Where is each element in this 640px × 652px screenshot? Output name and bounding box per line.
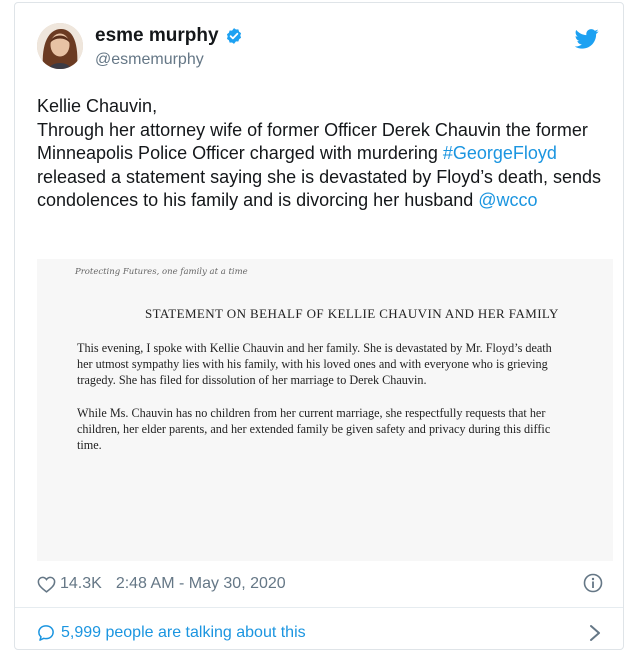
conversation-link[interactable]: 5,999 people are talking about this (37, 621, 603, 645)
hashtag-link[interactable]: #GeorgeFloyd (443, 143, 557, 163)
statement-line: children, her elder parents, and her ext… (77, 421, 551, 436)
tweet-text-line1: Kellie Chauvin, (37, 96, 158, 116)
chevron-right-icon[interactable] (589, 624, 601, 642)
statement-title: STATEMENT ON BEHALF OF KELLIE CHAUVIN AN… (145, 306, 559, 321)
statement-line: This evening, I spoke with Kellie Chauvi… (77, 341, 552, 355)
statement-line: tragedy. She has filed for dissolution o… (77, 372, 427, 387)
tweet-header: esme murphy @esmemurphy (37, 23, 603, 83)
verified-badge-icon (226, 28, 241, 44)
twitter-bird-icon[interactable] (575, 29, 599, 49)
statement-line: While Ms. Chauvin has no children from h… (77, 406, 546, 420)
mention-link[interactable]: @wcco (478, 190, 537, 210)
avatar-image (37, 23, 83, 69)
statement-paragraph-1: This evening, I spoke with Kellie Chauvi… (77, 341, 613, 388)
comment-bubble-icon (38, 625, 54, 641)
heart-icon[interactable] (37, 576, 56, 593)
tweet-text-body: Through her attorney wife of former Offi… (37, 119, 609, 213)
info-icon[interactable] (583, 573, 603, 593)
timestamp[interactable]: 2:48 AM - May 30, 2020 (116, 575, 286, 593)
statement-line: time. (77, 437, 102, 452)
statement-line: her utmost sympathy lies with his family… (77, 356, 548, 371)
avatar[interactable] (37, 23, 83, 69)
tweet-card: esme murphy @esmemurphy Kellie Chauvin, … (14, 2, 624, 650)
tweet-text: Kellie Chauvin, Through her attorney wif… (37, 95, 609, 213)
tweet-meta: 14.3K 2:48 AM - May 30, 2020 (37, 573, 603, 595)
divider (15, 607, 623, 608)
like-count[interactable]: 14.3K (60, 575, 102, 593)
attached-statement-image[interactable]: Protecting Futures, one family at a time… (37, 259, 613, 561)
author-handle[interactable]: @esmemurphy (95, 51, 204, 69)
talking-count: 5,999 people are talking about this (61, 624, 306, 641)
statement-tagline: Protecting Futures, one family at a time (75, 267, 248, 277)
statement-paragraph-2: While Ms. Chauvin has no children from h… (77, 406, 613, 453)
author-name[interactable]: esme murphy (95, 25, 219, 47)
